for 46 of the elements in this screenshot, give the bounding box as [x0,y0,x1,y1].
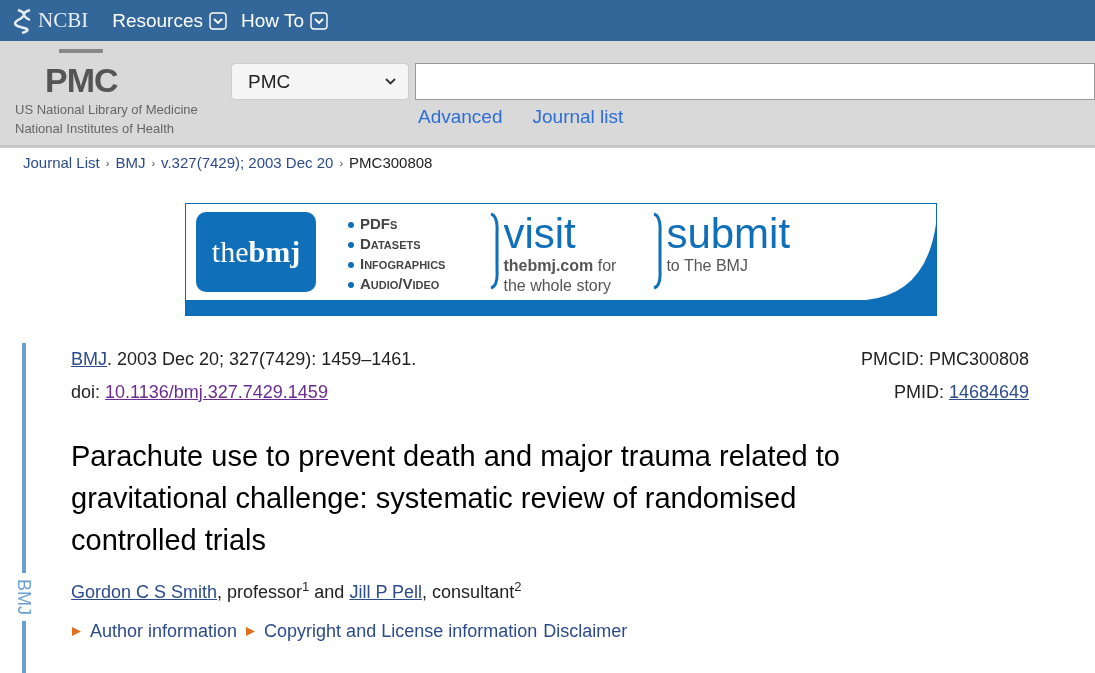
breadcrumb-separator-icon: › [339,156,344,169]
author-link[interactable]: Gordon C S Smith [71,582,218,602]
banner-bullet: Datasets [348,234,446,254]
search-field[interactable] [415,63,1095,100]
breadcrumb-current: PMC300808 [349,154,433,171]
pmid-text: PMID: 14684649 [892,381,1029,404]
author-line: Gordon C S Smith, professor$^{1}$ and Jill P Pell, consultant$^{2}$ [71,579,523,603]
breadcrumb-link[interactable]: BMJ [115,154,146,171]
pmid-link[interactable]: 14684649 [948,382,1029,402]
doi-text: doi: 10.1136/bmj.327.7429.1459 [71,381,329,404]
organization-name: US National Library of Medicine [15,101,199,119]
section-toggle-link[interactable]: Author information [90,621,238,642]
citation-text: BMJ. 2003 Dec 20; 327(7429): 1459–1461. [71,348,417,371]
banner-heading: visit [503,212,577,256]
section-toggle-link[interactable]: Copyright and License information [264,621,538,642]
breadcrumb-separator-icon: › [105,156,110,169]
expand-triangle-icon [245,626,257,637]
chevron-down-icon [209,11,227,30]
expand-triangle-icon [71,626,82,637]
banner-text: thebmj.com for the whole story [503,256,617,296]
journal-link[interactable]: BMJ [71,349,107,369]
chevron-down-icon [310,11,329,30]
pmcid-text: PMCID: PMC300808 [860,348,1029,371]
doi-link[interactable]: 10.1136/bmj.327.7429.1459 [105,382,328,402]
bracket-icon [489,212,500,290]
bracket-icon [652,212,663,290]
disclaimer-link[interactable]: Disclaimer [543,621,628,642]
article-title: Parachute use to prevent death and major trauma related to gravitational challenge: systematic review of randomised controlled trials [71,439,841,558]
banner-bullet: Audio/Video [348,274,446,294]
breadcrumb-link[interactable]: v.327(7429); 2003 Dec 20 [161,154,334,171]
banner-heading: submit [666,212,791,256]
ncbi-logo[interactable]: NCBI [14,7,89,34]
database-select[interactable]: PMC [231,63,409,100]
breadcrumb-separator-icon: › [151,156,156,169]
bmj-logo: thebmj [196,212,316,292]
menu-button[interactable]: Resources [112,9,227,32]
banner-bullet: Infographics [348,254,446,274]
menu-button[interactable]: How To [241,9,329,32]
journal-side-label: BMJ [13,578,34,617]
chevron-down-icon [385,78,396,85]
author-link[interactable]: Jill P Pell [349,582,423,602]
organization-name: National Institutes of Health [15,120,175,138]
advertisement-banner[interactable]: thebmj PDFs Datasets Infographics Audio/Video visit thebmj.com for the whole story submit to The BMJ [185,203,937,316]
banner-bullet: PDFs [348,214,446,234]
breadcrumb-link[interactable]: Journal List [23,154,100,171]
banner-text: to The BMJ [666,256,749,276]
